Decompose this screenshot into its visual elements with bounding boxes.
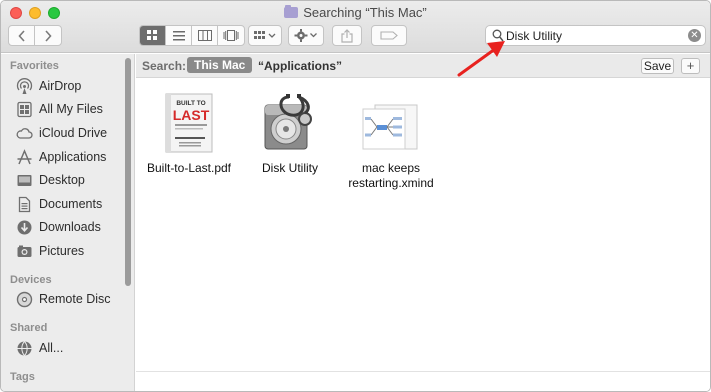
sidebar-item-label: iCloud Drive: [39, 126, 108, 140]
tag-icon: [380, 31, 398, 40]
sidebar-section-shared: Shared: [10, 322, 48, 334]
scope-applications-button[interactable]: “Applications”: [258, 59, 342, 73]
file-item-xmind[interactable]: mac keeps restarting.xmind: [341, 89, 441, 191]
sidebar-item-pictures[interactable]: Pictures: [16, 241, 84, 261]
column-view-button[interactable]: [192, 26, 218, 45]
sidebar-item-all-shared[interactable]: All...: [16, 338, 63, 358]
file-name-line1: mac keeps: [361, 161, 421, 175]
action-menu-button[interactable]: [288, 25, 324, 46]
sidebar-item-label: Pictures: [39, 244, 85, 258]
back-button[interactable]: [9, 26, 35, 45]
applications-icon: [16, 148, 33, 166]
documents-icon: [16, 196, 33, 213]
file-name: Disk Utility: [262, 161, 318, 175]
search-field[interactable]: ✕: [485, 25, 706, 46]
clear-icon: ✕: [690, 30, 699, 41]
xmind-file-icon: [341, 89, 441, 153]
sidebar-item-label: Documents: [39, 197, 103, 211]
airdrop-icon: [16, 77, 33, 95]
annotation-arrow-icon: [457, 41, 505, 77]
sidebar-item-downloads[interactable]: Downloads: [16, 217, 101, 237]
disk-utility-icon: [240, 89, 340, 153]
group-icon: [254, 30, 276, 39]
chevron-right-icon: [45, 29, 52, 42]
chevron-left-icon: [17, 29, 25, 42]
sidebar: Favorites AirDrop All My Files iCloud Dr…: [1, 54, 135, 391]
sidebar-section-favorites: Favorites: [10, 60, 59, 72]
search-results: BUILT TO LAST Built-to-Last.pdf Disk Uti…: [136, 79, 710, 371]
sidebar-item-airdrop[interactable]: AirDrop: [16, 76, 81, 96]
sidebar-item-all-my-files[interactable]: All My Files: [16, 99, 103, 119]
all-files-icon: [16, 101, 33, 118]
scope-this-mac-button[interactable]: This Mac: [187, 57, 253, 73]
share-icon: [341, 28, 353, 43]
pdf-book-icon: BUILT TO LAST: [139, 89, 239, 153]
sidebar-item-applications[interactable]: Applications: [16, 147, 106, 167]
sidebar-item-remote-disc[interactable]: Remote Disc: [16, 289, 111, 309]
file-item-built-to-last[interactable]: BUILT TO LAST Built-to-Last.pdf: [139, 89, 239, 176]
sidebar-section-tags: Tags: [10, 371, 35, 383]
scope-label: Search:: [142, 59, 187, 73]
window-title: Searching “This Mac”: [1, 5, 710, 20]
clear-search-button[interactable]: ✕: [688, 29, 701, 42]
cover-flow-button[interactable]: [218, 26, 244, 45]
edit-tags-button[interactable]: [371, 25, 407, 46]
gear-icon: [294, 29, 317, 42]
cover-title-line1: BUILT TO: [176, 100, 205, 107]
list-view-button[interactable]: [166, 26, 192, 45]
desktop-icon: [16, 172, 33, 189]
cloud-icon: [16, 125, 33, 142]
sidebar-item-label: Downloads: [39, 220, 101, 234]
pictures-icon: [16, 243, 33, 260]
share-button[interactable]: [332, 25, 362, 46]
sidebar-item-documents[interactable]: Documents: [16, 194, 102, 214]
sidebar-item-icloud-drive[interactable]: iCloud Drive: [16, 123, 107, 143]
disc-icon: [16, 291, 33, 308]
file-name: Built-to-Last.pdf: [146, 161, 232, 175]
search-scope-bar: Search: This Mac “Applications” Save +: [136, 54, 710, 78]
sidebar-item-label: All...: [39, 341, 64, 355]
file-item-disk-utility[interactable]: Disk Utility: [240, 89, 340, 176]
cover-flow-icon: [223, 30, 239, 41]
downloads-icon: [16, 219, 33, 236]
sidebar-item-label: All My Files: [39, 102, 103, 116]
cover-title-line2: LAST: [173, 107, 210, 123]
search-input[interactable]: [506, 28, 686, 43]
sidebar-item-desktop[interactable]: Desktop: [16, 170, 85, 190]
forward-button[interactable]: [35, 26, 61, 45]
window-title-text: Searching “This Mac”: [303, 5, 427, 20]
sidebar-section-devices: Devices: [10, 274, 52, 286]
list-view-icon: [172, 30, 185, 40]
sidebar-item-label: Remote Disc: [39, 292, 111, 306]
sidebar-item-label: Applications: [39, 150, 107, 164]
add-criteria-button[interactable]: +: [681, 58, 700, 74]
status-strip: [136, 371, 710, 391]
back-forward-control: [8, 25, 62, 46]
view-mode-control: [139, 25, 245, 46]
sidebar-item-label: Desktop: [39, 173, 85, 187]
sidebar-scrollbar[interactable]: [125, 58, 131, 286]
icon-view-icon: [147, 30, 157, 40]
sidebar-item-label: AirDrop: [39, 79, 82, 93]
file-name-line2: restarting.xmind: [348, 176, 434, 190]
finder-window: Searching “This Mac” Disk Utility ✕ Favo…: [0, 0, 711, 392]
title-bar: Searching “This Mac” Disk Utility ✕: [1, 1, 710, 53]
group-by-button[interactable]: [248, 25, 282, 46]
save-search-button[interactable]: Save: [641, 58, 674, 74]
network-icon: [16, 340, 33, 357]
icon-view-button[interactable]: [140, 26, 166, 45]
smart-folder-icon: [284, 5, 299, 18]
column-view-icon: [197, 30, 212, 41]
